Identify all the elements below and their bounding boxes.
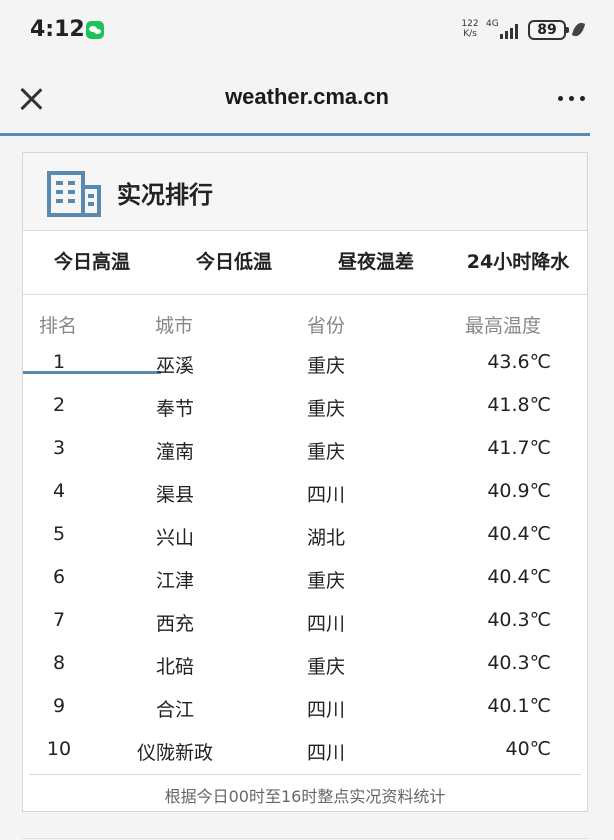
table-row: 7 西充 四川 40.3℃ — [23, 601, 587, 644]
cell-province: 四川 — [307, 742, 346, 764]
bottom-divider — [22, 838, 588, 839]
card-title: 实况排行 — [117, 181, 213, 209]
table-row: 10 仪陇新政 四川 40℃ — [23, 730, 587, 773]
cell-rank: 9 — [52, 695, 66, 717]
tab-today-low[interactable]: 今日低温 — [165, 231, 303, 295]
load-progress-line — [0, 133, 590, 136]
cell-province: 四川 — [307, 699, 346, 721]
cell-rank: 3 — [52, 437, 66, 459]
card-header: 实况排行 — [23, 153, 587, 231]
cell-city: 仪陇新政 — [136, 742, 213, 764]
status-bar: 4:12 122 K/s 4G 89 — [0, 0, 614, 62]
table-row: 5 兴山 湖北 40.4℃ — [23, 515, 587, 558]
building-icon — [47, 171, 101, 217]
cell-temp: 41.7℃ — [487, 437, 551, 459]
column-header-province: 省份 — [307, 315, 346, 337]
cell-temp: 40.4℃ — [487, 566, 551, 588]
cell-city: 渠县 — [155, 484, 194, 506]
cell-rank: 7 — [52, 609, 66, 631]
cell-province: 重庆 — [307, 398, 346, 420]
table-row: 4 渠县 四川 40.9℃ — [23, 472, 587, 515]
wechat-icon — [86, 21, 104, 39]
network-speed-value: 122 — [461, 19, 479, 29]
column-header-rank: 排名 — [39, 315, 78, 337]
cell-city: 江津 — [155, 570, 194, 592]
cell-province: 重庆 — [307, 355, 346, 377]
cell-rank: 4 — [52, 480, 66, 502]
signal-icon — [496, 21, 522, 39]
cell-rank: 6 — [52, 566, 66, 588]
cell-province: 重庆 — [307, 656, 346, 678]
cell-temp: 40.9℃ — [487, 480, 551, 502]
cell-rank: 10 — [46, 738, 72, 760]
cell-province: 四川 — [307, 613, 346, 635]
more-icon[interactable] — [556, 96, 588, 102]
table-row: 8 北碚 重庆 40.3℃ — [23, 644, 587, 687]
column-header-city: 城市 — [155, 315, 194, 337]
ranking-table: 1 巫溪 重庆 43.6℃ 2 奉节 重庆 41.8℃ 3 潼南 重庆 41.7… — [23, 343, 587, 773]
cell-temp: 40.1℃ — [487, 695, 551, 717]
ranking-card: 实况排行 今日高温 今日低温 昼夜温差 24小时降水 排名 城市 省份 最高温度… — [22, 152, 588, 812]
table-row: 3 潼南 重庆 41.7℃ — [23, 429, 587, 472]
tab-24h-precip[interactable]: 24小时降水 — [449, 231, 587, 295]
cell-rank: 8 — [52, 652, 66, 674]
cell-city: 奉节 — [155, 398, 194, 420]
status-time: 4:12 — [30, 17, 85, 42]
cell-rank: 1 — [52, 351, 66, 373]
browser-toolbar: weather.cma.cn — [0, 62, 614, 134]
cell-province: 重庆 — [307, 441, 346, 463]
ranking-tabs: 今日高温 今日低温 昼夜温差 24小时降水 — [23, 231, 587, 374]
cell-city: 北碚 — [155, 656, 194, 678]
table-row: 1 巫溪 重庆 43.6℃ — [23, 343, 587, 386]
cell-city: 西充 — [155, 613, 194, 635]
table-header: 排名 城市 省份 最高温度 — [23, 305, 587, 341]
cell-province: 四川 — [307, 484, 346, 506]
cell-temp: 40.3℃ — [487, 609, 551, 631]
leaf-icon — [571, 20, 586, 39]
column-header-temp: 最高温度 — [465, 315, 542, 337]
cell-city: 兴山 — [155, 527, 194, 549]
network-speed-unit: K/s — [463, 29, 477, 39]
table-row: 9 合江 四川 40.1℃ — [23, 687, 587, 730]
cell-temp: 40℃ — [505, 738, 551, 760]
footer-divider — [29, 774, 581, 775]
tab-day-night-diff[interactable]: 昼夜温差 — [307, 231, 445, 295]
cell-temp: 41.8℃ — [487, 394, 551, 416]
cell-temp: 40.3℃ — [487, 652, 551, 674]
cell-rank: 5 — [52, 523, 66, 545]
battery-icon: 89 — [528, 20, 569, 40]
cell-city: 巫溪 — [155, 355, 194, 377]
cell-city: 潼南 — [155, 441, 194, 463]
footer-note: 根据今日00时至16时整点实况资料统计 — [164, 787, 446, 806]
cell-temp: 40.4℃ — [487, 523, 551, 545]
cell-province: 重庆 — [307, 570, 346, 592]
tab-today-high[interactable]: 今日高温 — [23, 231, 161, 295]
cell-city: 合江 — [155, 699, 194, 721]
cell-temp: 43.6℃ — [487, 351, 551, 373]
page-title: weather.cma.cn — [225, 84, 389, 109]
table-row: 2 奉节 重庆 41.8℃ — [23, 386, 587, 429]
network-speed: 122 K/s — [458, 19, 482, 39]
table-row: 6 江津 重庆 40.4℃ — [23, 558, 587, 601]
cell-rank: 2 — [52, 394, 66, 416]
cell-province: 湖北 — [307, 527, 346, 549]
